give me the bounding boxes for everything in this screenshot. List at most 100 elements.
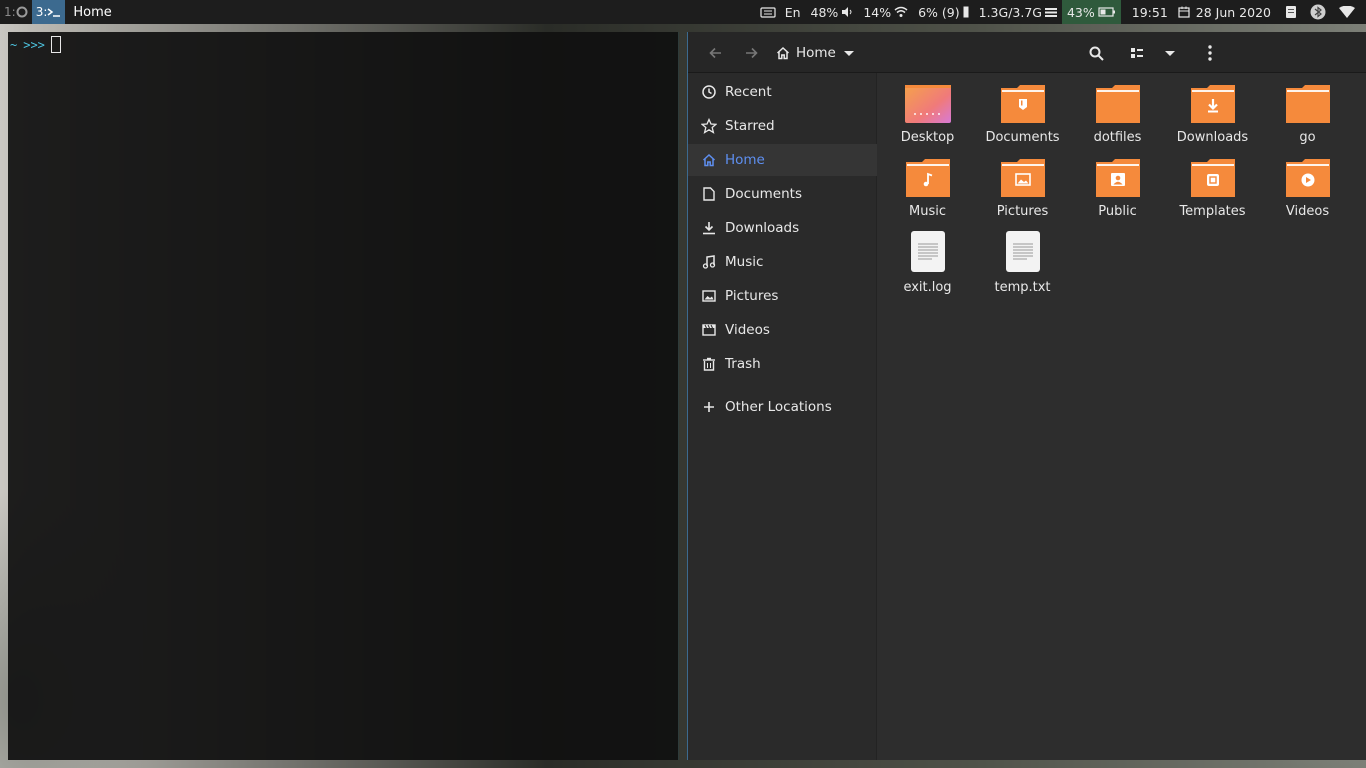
back-button[interactable] xyxy=(703,40,729,66)
system-tray: En 48% 14% 6% (9) 1.3G/3.7G 43% 19:51 28… xyxy=(755,0,1366,24)
sidebar-item-home[interactable]: Home xyxy=(688,144,877,176)
text-file-icon xyxy=(1005,231,1040,272)
battery-value: 43% xyxy=(1066,4,1095,20)
sidebar-item-label: Recent xyxy=(725,84,772,100)
file-item-exit-log[interactable]: exit.log xyxy=(880,230,975,295)
wifi-icon xyxy=(894,6,908,17)
folder-icon xyxy=(1285,85,1330,123)
terminal-window[interactable]: ~ >>> xyxy=(8,32,679,760)
sidebar-item-label: Other Locations xyxy=(725,399,832,415)
file-item-go[interactable]: go xyxy=(1260,84,1355,145)
sidebar-item-label: Music xyxy=(725,254,764,270)
sidebar-item-recent[interactable]: Recent xyxy=(688,76,877,108)
templates-folder-icon xyxy=(1190,159,1235,197)
downloads-folder-icon xyxy=(1190,85,1235,123)
clock[interactable]: 19:51 xyxy=(1127,0,1173,24)
path-bar-home-button[interactable]: Home xyxy=(776,40,854,66)
wifi-signal-icon xyxy=(1339,6,1355,18)
sidebar-item-label: Trash xyxy=(725,356,761,372)
date-value: 28 Jun 2020 xyxy=(1195,4,1271,20)
top-panel: 1: 3: Home En 48% 14% 6% (9) 1.3G/3.7G 4… xyxy=(0,0,1366,24)
file-view[interactable]: Desktop Documents dotfiles Downloads go … xyxy=(878,73,1366,760)
menu-lines-icon xyxy=(1044,8,1057,17)
date-indicator[interactable]: 28 Jun 2020 xyxy=(1173,0,1276,24)
chevron-down-icon xyxy=(843,51,854,56)
file-name: Pictures xyxy=(996,204,1049,219)
sidebar-item-label: Home xyxy=(725,152,765,168)
firefox-icon xyxy=(16,6,28,18)
home-icon xyxy=(701,152,717,168)
sidebar-item-starred[interactable]: Starred xyxy=(688,110,877,142)
active-window-title: Home xyxy=(73,4,112,20)
star-icon xyxy=(701,118,717,134)
places-sidebar: Recent Starred Home Documents Downloads … xyxy=(688,73,877,760)
keyboard-layout-label: En xyxy=(784,4,801,20)
chevron-down-icon xyxy=(1165,51,1175,56)
memory-value: 1.3G/3.7G xyxy=(978,4,1042,20)
list-view-icon xyxy=(1131,48,1143,58)
home-icon xyxy=(776,46,790,60)
file-item-downloads[interactable]: Downloads xyxy=(1165,84,1260,145)
view-mode-button[interactable] xyxy=(1124,40,1150,66)
terminal-cursor xyxy=(50,36,61,53)
sidebar-item-videos[interactable]: Videos xyxy=(688,314,877,346)
workspace-1-button[interactable]: 1: xyxy=(0,0,32,24)
view-options-button[interactable] xyxy=(1157,40,1183,66)
file-item-dotfiles[interactable]: dotfiles xyxy=(1070,84,1165,145)
header-bar: Home xyxy=(688,32,1366,73)
document-icon xyxy=(701,186,717,202)
public-folder-icon xyxy=(1095,159,1140,197)
sidebar-item-trash[interactable]: Trash xyxy=(688,348,877,380)
file-item-videos[interactable]: Videos xyxy=(1260,158,1355,219)
bluetooth-icon xyxy=(1310,4,1326,20)
workspace-3-button[interactable]: 3: xyxy=(31,0,66,24)
keyboard-icon xyxy=(760,7,776,18)
file-item-desktop[interactable]: Desktop xyxy=(880,84,975,145)
sidebar-item-music[interactable]: Music xyxy=(688,246,877,278)
trash-icon xyxy=(701,356,717,372)
text-file-icon xyxy=(910,231,945,272)
file-name: temp.txt xyxy=(994,280,1051,295)
music-folder-icon xyxy=(905,159,950,197)
search-button[interactable] xyxy=(1083,40,1109,66)
workspace-1-label: 1: xyxy=(4,5,16,19)
videos-folder-icon xyxy=(1285,159,1330,197)
sidebar-item-downloads[interactable]: Downloads xyxy=(688,212,877,244)
file-item-documents[interactable]: Documents xyxy=(975,84,1070,145)
sidebar-item-other-locations[interactable]: Other Locations xyxy=(688,391,877,423)
volume-value: 48% xyxy=(810,4,839,20)
clock-time: 19:51 xyxy=(1131,4,1168,20)
file-name: Templates xyxy=(1179,204,1246,219)
cpu-indicator[interactable]: 6% (9) xyxy=(913,0,974,24)
pictures-folder-icon xyxy=(1000,159,1045,197)
file-item-music[interactable]: Music xyxy=(880,158,975,219)
file-item-temp-txt[interactable]: temp.txt xyxy=(975,230,1070,295)
keyboard-layout-indicator[interactable]: En xyxy=(755,0,806,24)
arrow-left-icon xyxy=(709,47,721,59)
main-menu-button[interactable] xyxy=(1197,40,1223,66)
bluetooth-tray-icon[interactable] xyxy=(1305,0,1334,24)
documents-folder-icon xyxy=(1000,85,1045,123)
file-name: go xyxy=(1299,130,1316,145)
file-item-public[interactable]: Public xyxy=(1070,158,1165,219)
clock-icon xyxy=(701,84,717,100)
clipboard-tray-icon[interactable] xyxy=(1280,0,1305,24)
network-tray-icon[interactable] xyxy=(1334,0,1366,24)
sidebar-item-documents[interactable]: Documents xyxy=(688,178,877,210)
file-name: Music xyxy=(909,204,946,219)
sidebar-item-pictures[interactable]: Pictures xyxy=(688,280,877,312)
battery-indicator[interactable]: 43% xyxy=(1061,0,1121,24)
file-item-pictures[interactable]: Pictures xyxy=(975,158,1070,219)
path-label: Home xyxy=(796,45,836,61)
file-item-templates[interactable]: Templates xyxy=(1165,158,1260,219)
memory-indicator[interactable]: 1.3G/3.7G xyxy=(974,0,1062,24)
wifi-indicator[interactable]: 14% xyxy=(858,0,913,24)
calendar-icon xyxy=(1178,6,1190,18)
file-manager-window: Home Recent Starred Home Documents Downl… xyxy=(687,32,1366,760)
volume-indicator[interactable]: 48% xyxy=(806,0,859,24)
forward-button[interactable] xyxy=(738,40,764,66)
arrow-right-icon xyxy=(746,47,758,59)
wifi-value: 14% xyxy=(863,4,892,20)
sidebar-item-label: Downloads xyxy=(725,220,800,236)
cpu-value: 6% (9) xyxy=(918,4,960,20)
